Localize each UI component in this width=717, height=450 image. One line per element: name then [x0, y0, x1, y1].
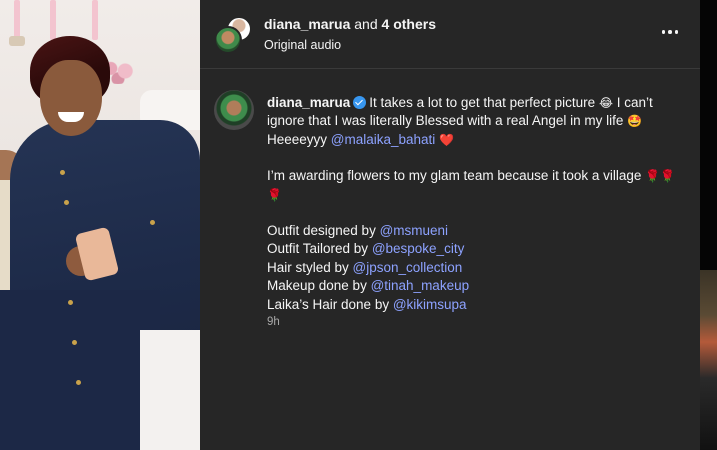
credit-line: Hair styled by @jpson_collection [267, 259, 677, 277]
post-photo [0, 0, 200, 450]
dress-button [60, 170, 65, 175]
collab-avatars[interactable] [214, 16, 252, 54]
others-link[interactable]: 4 others [382, 16, 436, 32]
dress-button [68, 300, 73, 305]
dress-button [76, 380, 81, 385]
heart-emoji-icon: ❤️ [439, 132, 455, 147]
dress-button [150, 220, 155, 225]
post-timestamp[interactable]: 9h [267, 316, 280, 328]
candle [50, 0, 56, 40]
credit-label: Outfit designed by [267, 223, 380, 239]
caption-line: I’m awarding flowers to my glam team bec… [267, 167, 677, 204]
candle [92, 0, 98, 40]
avatar [214, 26, 242, 54]
caption-text: I’m awarding flowers to my glam team bec… [267, 168, 646, 184]
original-audio-link[interactable]: Original audio [264, 38, 341, 52]
credit-line: Makeup done by @tinah_makeup [267, 277, 677, 295]
caption-username-link[interactable]: diana_marua [267, 95, 350, 110]
more-icon-dot [668, 30, 672, 34]
credit-line: Outfit designed by @msmueni [267, 222, 677, 240]
avatar[interactable] [214, 90, 254, 130]
mention-link[interactable]: @bespoke_city [372, 241, 465, 256]
candle [14, 0, 20, 40]
caption-text: Heeeeyyy [267, 131, 331, 147]
credit-label: Hair styled by [267, 259, 353, 275]
mention-link[interactable]: @kikimsupa [393, 297, 467, 312]
chair [140, 330, 200, 450]
post-header: diana_marua and 4 others Original audio [214, 14, 684, 54]
author-username-link[interactable]: diana_marua [264, 16, 350, 32]
credit-line: Laika’s Hair done by @kikimsupa [267, 296, 677, 314]
caption-text: It takes a lot to get that perfect pictu… [369, 95, 599, 110]
verified-badge-icon [353, 96, 367, 109]
credit-label: Laika’s Hair done by [267, 296, 393, 312]
dress-button [64, 200, 69, 205]
header-usernames: diana_marua and 4 others [264, 16, 436, 32]
mention-link[interactable]: @tinah_makeup [371, 278, 470, 293]
credit-label: Makeup done by [267, 278, 371, 294]
post-details-panel: diana_marua and 4 others Original audio … [200, 0, 700, 450]
candle-holder [9, 36, 25, 46]
divider [200, 68, 700, 69]
caption-line: Heeeeyyy @malaika_bahati ❤️ [267, 131, 677, 149]
more-icon [661, 30, 666, 34]
and-text: and [350, 16, 382, 32]
caption-body: diana_marua It takes a lot to get that pe… [267, 94, 677, 314]
mention-link[interactable]: @malaika_bahati [331, 132, 436, 147]
mention-link[interactable]: @msmueni [380, 223, 448, 238]
next-post-preview[interactable] [700, 270, 717, 450]
credit-line: Outfit Tailored by @bespoke_city [267, 240, 677, 258]
dress-skirt [0, 290, 160, 450]
more-options-button[interactable] [660, 22, 680, 42]
star-eyes-emoji-icon: 🤩 [627, 114, 643, 129]
more-icon-dot [674, 30, 679, 34]
laugh-emoji-icon: 😂 [598, 96, 613, 110]
credit-label: Outfit Tailored by [267, 241, 372, 257]
woman-face [40, 60, 102, 136]
mention-link[interactable]: @jpson_collection [353, 260, 463, 275]
dress-button [72, 340, 77, 345]
